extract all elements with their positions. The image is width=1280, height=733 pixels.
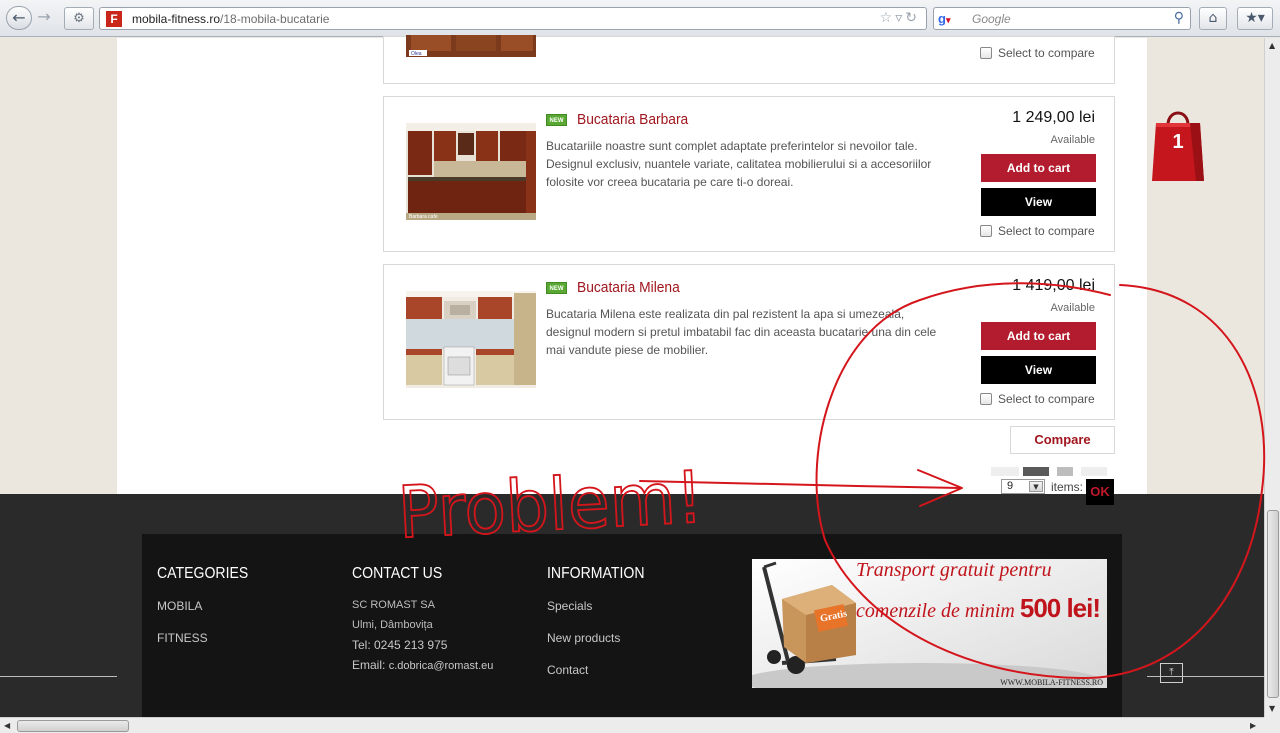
forward-arrow-icon[interactable]: →: [33, 6, 55, 30]
pagination-page[interactable]: [1057, 467, 1073, 476]
product-description: Bucatariile noastre sunt complet adaptat…: [546, 139, 932, 189]
view-button[interactable]: View: [981, 356, 1096, 384]
bookmark-star-icon[interactable]: ☆: [880, 10, 896, 26]
pagination-next[interactable]: [1081, 467, 1107, 476]
chevron-down-icon[interactable]: ▼: [1029, 481, 1043, 492]
scroll-right-icon[interactable]: ▶: [1250, 721, 1256, 730]
contact-phone: Tel: 0245 213 975: [352, 638, 448, 652]
product-card-previous: Olea Select to compare: [383, 35, 1115, 84]
footer-link-mobila[interactable]: MOBILA: [157, 599, 202, 613]
vertical-scroll-thumb[interactable]: [1267, 510, 1279, 698]
search-icon[interactable]: ⚲: [1174, 10, 1184, 26]
thumb-caption: Barbara cafe: [409, 214, 438, 220]
promo-amount: 500 lei!: [1019, 593, 1101, 623]
search-box[interactable]: g▾ Google ⚲: [933, 7, 1191, 30]
browser-toolbar: ← → ⚙ F mobila-fitness.ro/18-mobila-buca…: [0, 0, 1280, 37]
free-transport-banner[interactable]: Gratis Transport gratuit pentru comenzil…: [752, 559, 1107, 688]
product-card: NEW Bucataria Milena Bucataria Milena es…: [383, 264, 1115, 420]
product-title[interactable]: Bucataria Barbara: [577, 111, 688, 128]
scroll-left-icon[interactable]: ◀: [4, 721, 10, 730]
footer-link-specials[interactable]: Specials: [547, 599, 592, 613]
new-badge: NEW: [546, 114, 567, 126]
thumb-caption: Olea: [411, 51, 422, 57]
compare-checkbox[interactable]: Select to compare: [980, 224, 1095, 238]
reload-icon[interactable]: ↻: [905, 10, 920, 26]
contact-email-address[interactable]: c.dobrica@romast.eu: [389, 660, 494, 672]
scrollbar-corner: [1264, 717, 1280, 733]
product-image[interactable]: [406, 291, 536, 388]
bookmarks-menu-icon[interactable]: ★▾: [1237, 7, 1273, 30]
pagination-prev[interactable]: [991, 467, 1019, 476]
product-price: 1 419,00 lei: [1012, 277, 1095, 294]
contact-email: Email: c.dobrica@romast.eu: [352, 658, 493, 672]
compare-checkbox[interactable]: Select to compare: [980, 392, 1095, 406]
ok-button[interactable]: OK: [1086, 479, 1114, 505]
add-to-cart-button[interactable]: Add to cart: [981, 154, 1096, 182]
product-image[interactable]: Olea: [406, 35, 536, 57]
items-label: items:: [1051, 480, 1084, 494]
contact-city: Ulmi, Dâmbovița: [352, 619, 433, 631]
site-favicon-icon: F: [106, 11, 122, 27]
scroll-down-icon[interactable]: ▼: [1269, 704, 1275, 713]
compare-checkbox[interactable]: Select to compare: [980, 46, 1095, 60]
dropdown-arrow-icon[interactable]: ▿: [895, 10, 905, 26]
compare-label: Select to compare: [998, 46, 1095, 60]
search-placeholder: Google: [972, 12, 1011, 26]
address-bar[interactable]: F mobila-fitness.ro/18-mobila-bucatarie …: [99, 7, 927, 30]
footer-heading-contact: CONTACT US: [352, 565, 443, 582]
contact-company: SC ROMAST SA: [352, 599, 435, 611]
promo-site: WWW.MOBILA-FITNESS.RO: [1000, 678, 1103, 687]
view-button[interactable]: View: [981, 188, 1096, 216]
home-icon[interactable]: ⌂: [1199, 7, 1227, 30]
product-price: 1 249,00 lei: [1012, 109, 1095, 126]
promo-line-2: comenzile de minim 500 lei!: [856, 593, 1101, 624]
pagination-current[interactable]: [1023, 467, 1049, 476]
product-card: Barbara cafe NEW Bucataria Barbara Bucat…: [383, 96, 1115, 252]
google-logo-icon: g▾: [938, 11, 951, 26]
checkbox-icon[interactable]: [980, 393, 992, 405]
footer-heading-information: INFORMATION: [547, 565, 645, 582]
footer-link-fitness[interactable]: FITNESS: [157, 631, 208, 645]
compare-button[interactable]: Compare: [1010, 426, 1115, 454]
items-per-page-select[interactable]: 9 ▼: [1001, 479, 1045, 494]
shopping-cart-icon[interactable]: 1: [1150, 103, 1206, 183]
horizontal-scroll-thumb[interactable]: [17, 720, 129, 732]
product-title[interactable]: Bucataria Milena: [577, 279, 680, 296]
addons-icon[interactable]: ⚙: [64, 7, 94, 30]
scroll-up-icon[interactable]: ▲: [1269, 41, 1275, 50]
availability-label: Available: [1050, 134, 1095, 146]
footer-heading-categories: CATEGORIES: [157, 565, 249, 582]
footer-link-contact[interactable]: Contact: [547, 663, 588, 677]
footer-link-new-products[interactable]: New products: [547, 631, 620, 645]
compare-label: Select to compare: [998, 224, 1095, 238]
url-path: /18-mobila-bucatarie: [220, 12, 330, 26]
contact-email-label: Email:: [352, 658, 386, 672]
compare-label: Select to compare: [998, 392, 1095, 406]
checkbox-icon[interactable]: [980, 225, 992, 237]
footer-divider: [0, 676, 117, 677]
pagination: [991, 467, 1109, 476]
url-host: mobila-fitness.ro: [132, 12, 221, 26]
vertical-scrollbar[interactable]: ▲ ▼: [1264, 38, 1280, 717]
cart-count: 1: [1172, 131, 1184, 153]
availability-label: Available: [1050, 302, 1095, 314]
product-image[interactable]: Barbara cafe: [406, 123, 536, 220]
back-arrow-icon[interactable]: ←: [6, 6, 32, 30]
product-description: Bucataria Milena este realizata din pal …: [546, 307, 937, 357]
horizontal-scrollbar[interactable]: ◀ ▶: [0, 717, 1264, 733]
promo-line-1: Transport gratuit pentru: [856, 559, 1052, 581]
new-badge: NEW: [546, 282, 567, 294]
add-to-cart-button[interactable]: Add to cart: [981, 322, 1096, 350]
back-to-top-icon[interactable]: ⤒: [1160, 663, 1183, 683]
promo-line-2-text: comenzile de minim: [856, 600, 1015, 622]
items-per-page-value: 9: [1007, 480, 1014, 492]
checkbox-icon[interactable]: [980, 47, 992, 59]
